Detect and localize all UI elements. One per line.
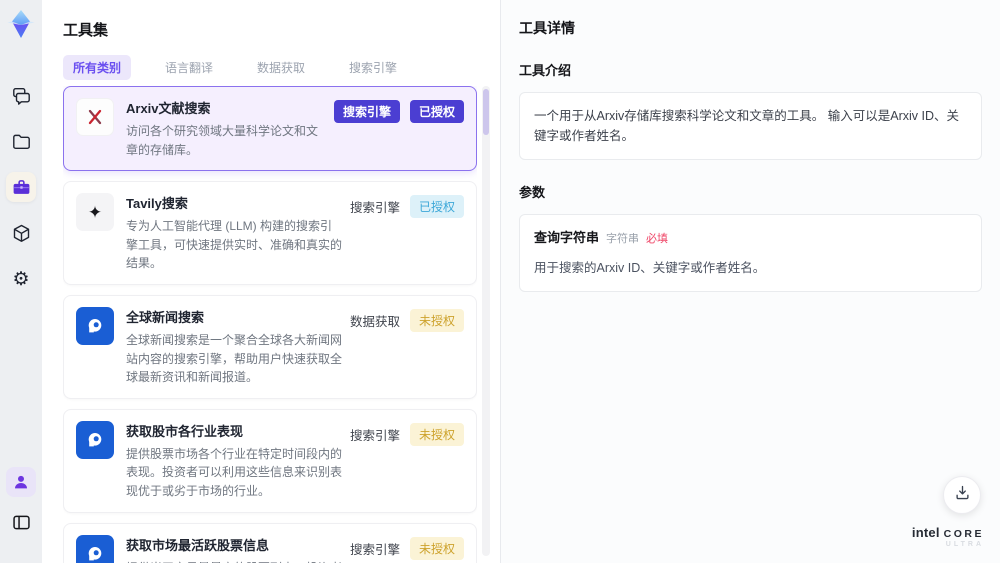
tool-description: 提供当天交易量最高的股票列表。投资者可以利用这些信息来识别流动性强的股票和潜在的…: [126, 559, 344, 563]
tool-category-tag: 数据获取: [349, 314, 400, 329]
tool-card[interactable]: Arxiv文献搜索 访问各个研究领域大量科学论文和文章的存储库。 搜索引擎 已授…: [63, 86, 477, 172]
category-tab[interactable]: 搜索引擎: [339, 55, 407, 80]
tool-title: Tavily搜索: [126, 196, 188, 212]
tool-category-tag: 搜索引擎: [333, 100, 400, 123]
list-scrollbar[interactable]: [482, 86, 490, 556]
sidebar-item-models[interactable]: [6, 218, 36, 248]
arxiv-tool-icon: [76, 98, 114, 136]
sidebar-item-tools[interactable]: [6, 172, 36, 202]
sidebar: ⚙: [0, 0, 42, 563]
tool-auth-badge: 未授权: [409, 422, 464, 446]
param-name: 查询字符串: [534, 230, 600, 245]
category-tab[interactable]: 所有类别: [63, 55, 132, 80]
news-blue-tool-icon: [76, 534, 114, 563]
details-title: 工具详情: [519, 20, 575, 36]
tool-details-panel: 工具详情 工具介绍 一个用于从Arxiv存储库搜索科学论文和文章的工具。 输入可…: [500, 0, 1000, 563]
ultra-wordmark: ULTRA: [945, 541, 984, 549]
tool-card[interactable]: ✦ Tavily搜索 专为人工智能代理 (LLM) 构建的搜索引擎工具，可快速提…: [63, 181, 477, 285]
tool-category-tag: 搜索引擎: [349, 428, 400, 443]
app-logo[interactable]: [5, 8, 37, 40]
download-icon: [953, 483, 972, 507]
user-icon: [11, 472, 31, 492]
tool-card[interactable]: 获取市场最活跃股票信息 提供当天交易量最高的股票列表。投资者可以利用这些信息来识…: [63, 522, 477, 563]
tavily-tool-icon: ✦: [76, 193, 114, 232]
params-heading: 参数: [519, 185, 546, 200]
news-blue-tool-icon: [76, 420, 114, 459]
category-tab[interactable]: 语言翻译: [155, 55, 223, 80]
category-tab[interactable]: 数据获取: [247, 55, 315, 80]
param-description: 用于搜索的Arxiv ID、关键字或作者姓名。: [534, 260, 766, 275]
sidebar-item-chat[interactable]: [6, 80, 36, 110]
tool-title: Arxiv文献搜索: [126, 101, 211, 116]
tool-auth-badge: 已授权: [409, 195, 464, 219]
tool-auth-badge: 已授权: [409, 100, 464, 123]
cube-icon: [11, 223, 32, 244]
tool-auth-badge: 未授权: [409, 308, 464, 332]
core-wordmark: CORE: [943, 527, 984, 540]
toolbox-icon: [11, 177, 32, 198]
sidebar-item-settings[interactable]: ⚙: [6, 264, 36, 294]
news-blue-tool-icon: [76, 306, 114, 345]
tools-panel: 工具集 所有类别 语言翻译 数据获取 搜索引擎 Arxiv文献搜索 访问各个研究领域大…: [42, 0, 500, 563]
param-type: 字符串: [606, 233, 640, 245]
tool-title: 获取股市各行业表现: [126, 423, 244, 439]
folder-icon: [11, 131, 32, 152]
tool-title: 获取市场最活跃股票信息: [126, 537, 270, 553]
intro-heading: 工具介绍: [519, 63, 572, 78]
category-tabs: 所有类别 语言翻译 数据获取 搜索引擎: [42, 55, 500, 90]
tool-category-tag: 搜索引擎: [349, 542, 400, 557]
sidebar-item-account[interactable]: [6, 467, 36, 497]
chat-icon: [11, 85, 32, 106]
scrollbar-thumb[interactable]: [483, 89, 489, 135]
param-required-label: 必填: [646, 233, 669, 245]
tool-description: 提供股票市场各个行业在特定时间段内的表现。投资者可以利用这些信息来识别表现优于或…: [126, 446, 343, 498]
sidebar-item-files[interactable]: [6, 126, 36, 156]
page-title: 工具集: [63, 22, 109, 39]
tool-title: 全球新闻搜索: [126, 309, 205, 325]
intel-wordmark: intel: [911, 524, 940, 540]
intro-text: 一个用于从Arxiv存储库搜索科学论文和文章的工具。 输入可以是Arxiv ID…: [519, 92, 982, 160]
tool-description: 全球新闻搜索是一个聚合全球各大新闻网站内容的搜索引擎，帮助用户快速获取全球最新资…: [126, 332, 343, 385]
intel-core-logo: intel CORE ULTRA: [912, 524, 984, 549]
param-card: 查询字符串 字符串 必填 用于搜索的Arxiv ID、关键字或作者姓名。: [519, 214, 982, 292]
gear-icon: ⚙: [12, 268, 30, 290]
sidebar-item-panel-toggle[interactable]: [6, 507, 36, 537]
download-button[interactable]: [943, 476, 981, 514]
tool-card[interactable]: 全球新闻搜索 全球新闻搜索是一个聚合全球各大新闻网站内容的搜索引擎，帮助用户快速…: [63, 294, 477, 399]
tool-list: Arxiv文献搜索 访问各个研究领域大量科学论文和文章的存储库。 搜索引擎 已授…: [63, 86, 477, 563]
tool-auth-badge: 未授权: [409, 536, 464, 560]
diamond-logo-icon: [7, 10, 35, 38]
panel-toggle-icon: [11, 512, 32, 533]
tool-category-tag: 搜索引擎: [349, 201, 400, 216]
tool-card[interactable]: 获取股市各行业表现 提供股票市场各个行业在特定时间段内的表现。投资者可以利用这些…: [63, 408, 477, 513]
tool-description: 专为人工智能代理 (LLM) 构建的搜索引擎工具，可快速提供实时、准确和真实的结…: [126, 219, 343, 271]
tool-description: 访问各个研究领域大量科学论文和文章的存储库。: [126, 124, 319, 157]
